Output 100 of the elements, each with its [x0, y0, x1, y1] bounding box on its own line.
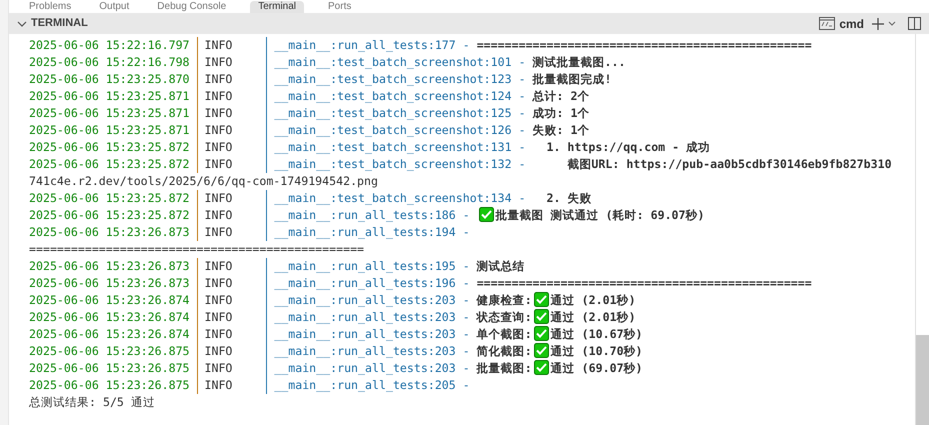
- log-source: __main__:test_batch_screenshot:124 -: [266, 88, 526, 105]
- log-message: 批量截图完成!: [532, 72, 612, 86]
- log-message: 总计: 2个: [532, 89, 590, 103]
- log-timestamp: 2025-06-06 15:23:26.873: [29, 275, 191, 292]
- log-timestamp: 2025-06-06 15:22:16.798: [29, 54, 191, 71]
- log-source: __main__:test_batch_screenshot:101 -: [266, 54, 526, 71]
- panel-tab[interactable]: Output: [95, 1, 134, 13]
- output-line: ================================================: [29, 242, 364, 256]
- shell-name[interactable]: cmd: [839, 14, 864, 32]
- log-timestamp: 2025-06-06 15:23:26.874: [29, 292, 191, 309]
- log-level: INFO: [196, 88, 266, 105]
- log-timestamp: 2025-06-06 15:23:25.871: [29, 88, 191, 105]
- log-message: 通过 (2.01秒): [550, 293, 636, 307]
- log-source: __main__:run_all_tests:203 -: [266, 326, 470, 343]
- log-level: INFO: [196, 122, 266, 139]
- check-mark-icon: [534, 292, 549, 307]
- chevron-down-icon[interactable]: [888, 20, 896, 26]
- check-mark-icon: [478, 207, 494, 222]
- log-source: __main__:run_all_tests:186 -: [266, 207, 470, 224]
- log-timestamp: 2025-06-06 15:23:26.874: [29, 326, 191, 343]
- log-source: __main__:run_all_tests:203 -: [266, 292, 470, 309]
- log-timestamp: 2025-06-06 15:23:26.875: [29, 377, 191, 394]
- log-message: 失败: 1个: [532, 123, 590, 137]
- output-line: 总测试结果: 5/5 通过: [29, 395, 155, 409]
- log-message: 批量截图:: [476, 361, 532, 375]
- log-source: __main__:run_all_tests:203 -: [266, 309, 470, 326]
- panel-tab[interactable]: Debug Console: [153, 1, 230, 13]
- log-level: INFO: [196, 54, 266, 71]
- log-message: 测试总结: [476, 259, 525, 273]
- log-level: INFO: [196, 190, 266, 207]
- log-source: __main__:test_batch_screenshot:125 -: [266, 105, 526, 122]
- scrollbar-thumb[interactable]: [916, 335, 929, 425]
- check-mark-icon: [534, 326, 549, 341]
- log-message: 测试批量截图...: [532, 55, 626, 69]
- log-message: 通过 (69.07秒): [550, 361, 643, 375]
- check-mark-icon: [534, 309, 549, 324]
- add-icon[interactable]: [872, 18, 884, 30]
- log-timestamp: 2025-06-06 15:23:26.875: [29, 343, 191, 360]
- panel-tab[interactable]: Terminal: [250, 1, 304, 13]
- log-level: INFO: [196, 275, 266, 292]
- log-level: INFO: [196, 258, 266, 275]
- check-mark-icon: [534, 343, 549, 358]
- panel-tab[interactable]: Ports: [324, 1, 356, 13]
- log-timestamp: 2025-06-06 15:23:25.872: [29, 156, 191, 173]
- log-level: INFO: [196, 326, 266, 343]
- log-source: __main__:test_batch_screenshot:132 -: [266, 156, 526, 173]
- log-level: INFO: [196, 207, 266, 224]
- log-source: __main__:run_all_tests:203 -: [266, 360, 470, 377]
- log-timestamp: 2025-06-06 15:23:25.871: [29, 105, 191, 122]
- chevron-down-icon[interactable]: [17, 18, 27, 28]
- check-mark-icon: [534, 360, 549, 375]
- log-timestamp: 2025-06-06 15:23:26.873: [29, 224, 191, 241]
- log-timestamp: 2025-06-06 15:23:26.873: [29, 258, 191, 275]
- log-source: __main__:test_batch_screenshot:131 -: [266, 139, 526, 156]
- log-message: 通过 (10.70秒): [550, 344, 643, 358]
- log-source: __main__:test_batch_screenshot:126 -: [266, 122, 526, 139]
- log-message: 单个截图:: [476, 327, 532, 341]
- panel-title: TERMINAL: [31, 16, 88, 32]
- log-message: 健康检查:: [476, 293, 532, 307]
- scrollbar[interactable]: [915, 34, 929, 425]
- log-level: INFO: [196, 292, 266, 309]
- log-message: 1. https://qq.com - 成功: [545, 140, 710, 154]
- log-level: INFO: [196, 37, 266, 54]
- log-timestamp: 2025-06-06 15:22:16.797: [29, 37, 191, 54]
- log-level: INFO: [196, 105, 266, 122]
- log-timestamp: 2025-06-06 15:23:26.875: [29, 360, 191, 377]
- log-timestamp: 2025-06-06 15:23:25.871: [29, 122, 191, 139]
- log-level: INFO: [196, 343, 266, 360]
- log-message: 成功: 1个: [532, 106, 590, 120]
- log-level: INFO: [196, 377, 266, 394]
- log-message: 状态查询:: [476, 310, 532, 324]
- log-message: 截图URL: https://pub-aa0b5cdbf30146eb9fb827b310: [566, 157, 892, 171]
- log-source: __main__:run_all_tests:203 -: [266, 343, 470, 360]
- log-timestamp: 2025-06-06 15:23:25.872: [29, 207, 191, 224]
- log-level: INFO: [196, 360, 266, 377]
- log-timestamp: 2025-06-06 15:23:25.870: [29, 71, 191, 88]
- log-level: INFO: [196, 71, 266, 88]
- output-line: 741c4e.r2.dev/tools/2025/6/6/qq-com-1749194542.png: [29, 174, 378, 188]
- log-level: INFO: [196, 224, 266, 241]
- log-message: 简化截图:: [476, 344, 532, 358]
- log-source: __main__:run_all_tests:196 -: [266, 275, 470, 292]
- split-icon[interactable]: [908, 17, 921, 30]
- log-timestamp: 2025-06-06 15:23:25.872: [29, 139, 191, 156]
- log-message: ================================================: [476, 276, 812, 290]
- terminal-icon: [819, 17, 836, 30]
- log-timestamp: 2025-06-06 15:23:26.874: [29, 309, 191, 326]
- log-source: __main__:run_all_tests:195 -: [266, 258, 470, 275]
- log-level: INFO: [196, 139, 266, 156]
- log-message: 通过 (2.01秒): [550, 310, 636, 324]
- log-level: INFO: [196, 156, 266, 173]
- log-source: __main__:test_batch_screenshot:123 -: [266, 71, 526, 88]
- log-source: __main__:run_all_tests:194 -: [266, 224, 470, 241]
- log-source: __main__:run_all_tests:177 -: [266, 37, 470, 54]
- log-message: 通过 (10.67秒): [550, 327, 643, 341]
- log-source: __main__:run_all_tests:205 -: [266, 377, 470, 394]
- panel-tab[interactable]: Problems: [25, 1, 76, 13]
- log-timestamp: 2025-06-06 15:23:25.872: [29, 190, 191, 207]
- log-message: 2. 失败: [545, 191, 592, 205]
- log-message: ================================================: [476, 38, 812, 52]
- log-level: INFO: [196, 309, 266, 326]
